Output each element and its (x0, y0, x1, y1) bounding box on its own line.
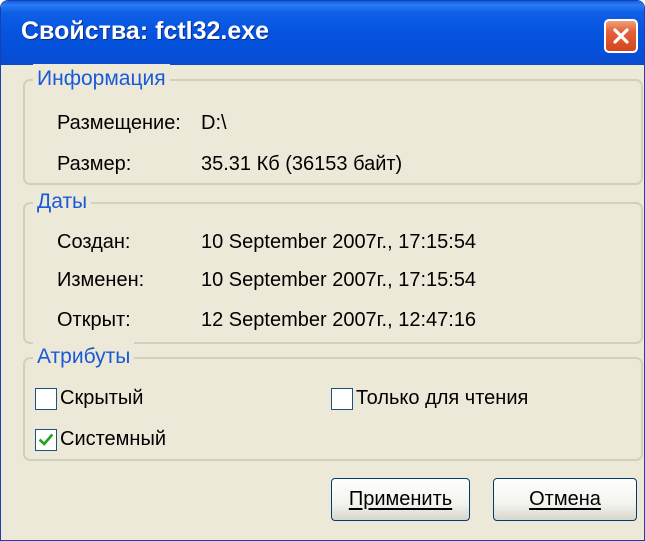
created-label: Создан: (57, 231, 131, 253)
readonly-checkbox-label: Только для чтения (356, 387, 529, 409)
hidden-checkbox-label: Скрытый (60, 387, 144, 409)
system-checkbox[interactable] (35, 428, 57, 451)
opened-value: 12 September 2007г., 12:47:16 (201, 309, 477, 331)
location-value: D:\ (201, 112, 227, 134)
modified-value: 10 September 2007г., 17:15:54 (201, 269, 477, 291)
hidden-checkbox[interactable] (35, 387, 57, 410)
system-checkbox-label: Системный (60, 428, 167, 450)
dates-group-legend: Даты (33, 187, 92, 217)
title-bar[interactable]: Свойства: fctl32.exe (1, 1, 644, 65)
readonly-checkbox-row[interactable]: Только для чтения (331, 387, 528, 410)
attributes-group-legend: Атрибуты (33, 342, 135, 372)
readonly-checkbox[interactable] (331, 387, 353, 410)
attributes-group: Атрибуты Скрытый Только для чтения Систе… (23, 342, 643, 461)
created-value: 10 September 2007г., 17:15:54 (201, 231, 477, 253)
properties-dialog: Свойства: fctl32.exe Информация Размещен… (0, 0, 645, 541)
modified-label: Изменен: (57, 269, 145, 291)
close-icon (613, 28, 629, 44)
info-group: Информация Размещение: D:\ Размер: 35.31… (23, 64, 643, 185)
check-mark-icon (38, 433, 54, 446)
info-group-legend: Информация (33, 64, 170, 94)
size-value: 35.31 Кб (36153 байт) (201, 153, 403, 175)
apply-button[interactable]: Применить (331, 478, 470, 521)
hidden-checkbox-row[interactable]: Скрытый (35, 387, 143, 410)
cancel-button[interactable]: Отмена (493, 478, 637, 521)
dates-group: Даты Создан: 10 September 2007г., 17:15:… (23, 187, 643, 344)
window-title: Свойства: fctl32.exe (21, 17, 270, 45)
opened-label: Открыт: (57, 309, 131, 331)
location-label: Размещение: (57, 112, 181, 134)
size-label: Размер: (57, 153, 132, 175)
close-button[interactable] (604, 19, 638, 53)
system-checkbox-row[interactable]: Системный (35, 428, 166, 451)
